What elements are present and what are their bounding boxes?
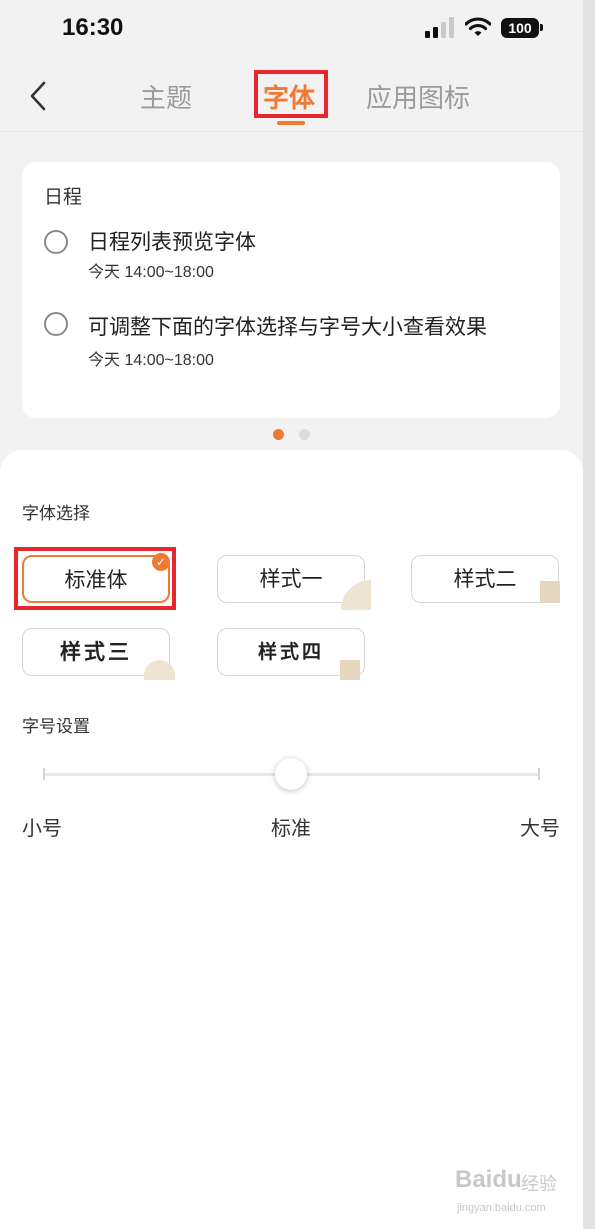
- pager-dot[interactable]: [299, 429, 310, 440]
- font-selection-label: 字体选择: [22, 504, 90, 524]
- baidu-jingyan-watermark: Baidu 经验 jingyan.baidu.com: [455, 1160, 575, 1220]
- tab-theme[interactable]: 主题: [140, 78, 192, 115]
- size-label-standard: 标准: [271, 816, 311, 840]
- back-button[interactable]: [22, 78, 58, 114]
- tab-app-icon[interactable]: 应用图标: [366, 78, 470, 115]
- schedule-preview-card[interactable]: 日程 日程列表预览字体 今天 14:00~18:00 可调整下面的字体选择与字号…: [22, 162, 560, 418]
- todo-title: 可调整下面的字体选择与字号大小查看效果: [88, 315, 487, 339]
- download-corner-icon: [540, 581, 560, 603]
- pager-dot-active[interactable]: [273, 429, 284, 440]
- todo-time: 今天 14:00~18:00: [88, 352, 214, 369]
- todo-title: 日程列表预览字体: [88, 230, 256, 254]
- scrollbar[interactable]: [583, 0, 595, 1229]
- download-corner-icon: [340, 660, 360, 680]
- font-option-style-2[interactable]: 样式二: [411, 555, 559, 603]
- size-label-small: 小号: [22, 816, 62, 840]
- watermark-url: jingyan.baidu.com: [457, 1202, 546, 1214]
- cellular-signal-icon: [425, 16, 457, 38]
- nav-divider: [0, 131, 583, 132]
- active-tab-indicator: [277, 121, 305, 125]
- annotation-highlight-standard: [14, 547, 176, 610]
- wifi-icon: [464, 16, 492, 38]
- slider-tick-min: [43, 768, 45, 780]
- card-title: 日程: [44, 186, 83, 208]
- font-settings-page: 16:30 100 主题 字体 应用图标 日程 日程列表预览字体 今天 14:0…: [0, 0, 583, 1229]
- status-icons: 100: [425, 16, 545, 42]
- font-size-label: 字号设置: [22, 717, 90, 737]
- watermark-brand: Baidu: [455, 1166, 522, 1193]
- font-option-style-1[interactable]: 样式一: [217, 555, 365, 603]
- annotation-highlight-font-tab: [254, 70, 328, 118]
- slider-tick-max: [538, 768, 540, 780]
- todo-checkbox[interactable]: [44, 312, 68, 336]
- chevron-left-icon: [30, 81, 46, 111]
- todo-time: 今天 14:00~18:00: [88, 264, 214, 281]
- status-time: 16:30: [62, 14, 124, 41]
- font-size-slider-thumb[interactable]: [275, 758, 307, 790]
- battery-icon: 100: [501, 18, 539, 38]
- todo-checkbox[interactable]: [44, 230, 68, 254]
- watermark-cn: 经验: [521, 1174, 557, 1195]
- battery-tip: [540, 24, 543, 31]
- size-label-large: 大号: [520, 816, 560, 840]
